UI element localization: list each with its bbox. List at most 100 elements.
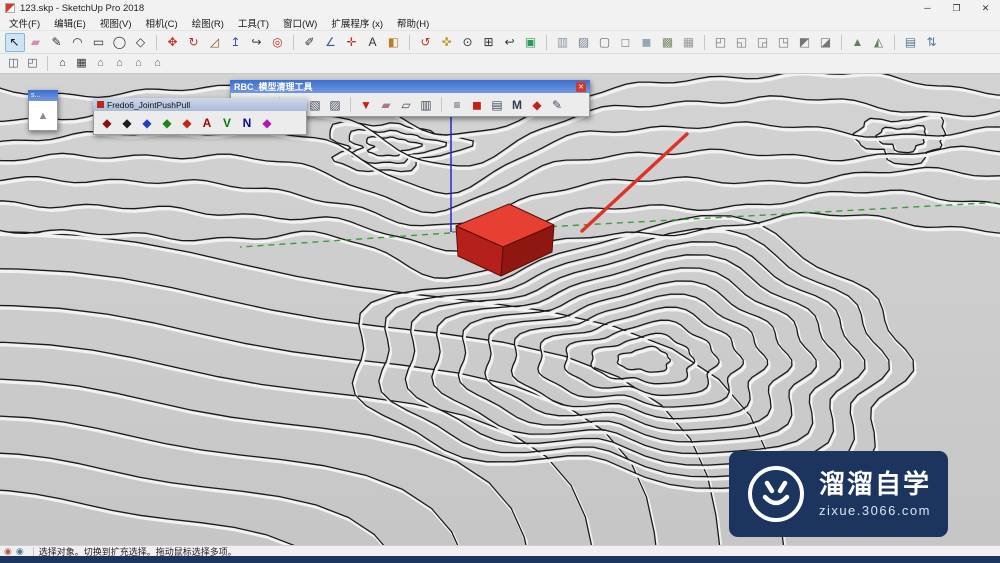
jpp-mode-a[interactable]: A — [198, 113, 217, 132]
rbc-edges-tool[interactable]: ▧ — [306, 95, 325, 114]
menu-item[interactable]: 扩展程序 (x) — [324, 16, 390, 30]
sandbox-from-contours-tool[interactable]: ▲ — [848, 33, 868, 52]
rbc-red-fix-tool[interactable]: ◼ — [468, 95, 487, 114]
jpp-options[interactable]: ◆ — [258, 113, 277, 132]
mini-panel-title: s... — [31, 92, 41, 99]
close-button[interactable]: ✕ — [971, 0, 1000, 16]
minimize-button[interactable]: ─ — [913, 0, 942, 16]
pan-tool[interactable]: ✜ — [437, 33, 457, 52]
menu-item[interactable]: 工具(T) — [231, 16, 276, 30]
orbit-tool[interactable]: ↺ — [416, 33, 436, 52]
rbc-funnel-tool[interactable]: ▼ — [357, 95, 376, 114]
view-right[interactable]: ⌂ — [111, 55, 129, 72]
credits-icon[interactable]: ◉ — [16, 546, 24, 556]
menu-item[interactable]: 窗口(W) — [276, 16, 324, 30]
style-xray[interactable]: ▥ — [553, 33, 573, 52]
rbc-red-mark-tool[interactable]: ◆ — [528, 95, 547, 114]
solid-split-tool[interactable]: ◪ — [816, 33, 836, 52]
axes-tool[interactable]: ✛ — [342, 33, 362, 52]
zoom-tool[interactable]: ⊙ — [458, 33, 478, 52]
rbc-cube-tool[interactable]: ▨ — [326, 95, 345, 114]
paint-bucket-tool[interactable]: ◧ — [384, 33, 404, 52]
zoom-extents-tool[interactable]: ⊞ — [479, 33, 499, 52]
rotate-tool[interactable]: ↻ — [184, 33, 204, 52]
jpp-follow[interactable]: ◆ — [178, 113, 197, 132]
toolbar-separator — [156, 34, 157, 50]
rbc-pencil-tool[interactable]: ✎ — [548, 95, 567, 114]
jpp-thicken[interactable]: ◆ — [158, 113, 177, 132]
jpp-mode-v[interactable]: V — [218, 113, 237, 132]
view-back[interactable]: ⌂ — [130, 55, 148, 72]
push-pull-tool[interactable]: ↥ — [226, 33, 246, 52]
rbc-stack-tool[interactable]: ▤ — [488, 95, 507, 114]
menu-item[interactable]: 相机(C) — [138, 16, 184, 30]
view-iso[interactable]: ⌂ — [54, 55, 72, 72]
solid-subtract-tool[interactable]: ◲ — [753, 33, 773, 52]
protractor-tool[interactable]: ∠ — [321, 33, 341, 52]
view-left[interactable]: ⌂ — [149, 55, 167, 72]
follow-me-tool[interactable]: ↪ — [247, 33, 267, 52]
style-textured[interactable]: ▩ — [658, 33, 678, 52]
move-tool[interactable]: ✥ — [163, 33, 183, 52]
circle-tool[interactable]: ◯ — [110, 33, 130, 52]
mini-panel[interactable]: s... ▲ — [28, 90, 58, 131]
toolbar-separator — [350, 97, 351, 112]
rbc-plane-tool[interactable]: ▥ — [417, 95, 436, 114]
jpp-vector-pushpull[interactable]: ◆ — [118, 113, 137, 132]
scale-tool[interactable]: ◿ — [205, 33, 225, 52]
jpp-joint-pushpull[interactable]: ◆ — [98, 113, 117, 132]
geolocation-icon[interactable]: ◉ — [4, 546, 12, 556]
panels-icon[interactable]: ◫ — [5, 55, 23, 72]
solid-trim-tool[interactable]: ◳ — [774, 33, 794, 52]
menu-item[interactable]: 视图(V) — [93, 16, 139, 30]
toolbar-separator — [704, 34, 705, 50]
fredo-toolbar[interactable]: Fredo6_JointPushPull ◆ ◆ ◆ ◆ ◆ A V N ◆ — [93, 98, 307, 135]
sandbox-smoove-tool[interactable]: ◭ — [869, 33, 889, 52]
style-monochrome[interactable]: ▦ — [679, 33, 699, 52]
jpp-normal-pushpull[interactable]: ◆ — [138, 113, 157, 132]
style-shaded[interactable]: ◼ — [637, 33, 657, 52]
jpp-mode-n[interactable]: N — [238, 113, 257, 132]
solid-outer-shell-tool[interactable]: ◰ — [711, 33, 731, 52]
style-back-edges[interactable]: ▨ — [574, 33, 594, 52]
text-tool[interactable]: A — [363, 33, 383, 52]
offset-tool[interactable]: ◎ — [268, 33, 288, 52]
rbc-close-button[interactable]: ✕ — [576, 81, 586, 92]
rbc-eraser-tool[interactable]: ▰ — [377, 95, 396, 114]
polygon-tool[interactable]: ◇ — [131, 33, 151, 52]
rbc-toolbar-titlebar[interactable]: RBC_模型清理工具 ✕ — [230, 80, 590, 93]
eraser-tool[interactable]: ▰ — [26, 33, 46, 52]
layers-toggle[interactable]: ▤ — [901, 33, 921, 52]
tape-measure-tool[interactable]: ✐ — [300, 33, 320, 52]
fredo-toolbar-titlebar[interactable]: Fredo6_JointPushPull — [93, 98, 307, 111]
menu-item[interactable]: 文件(F) — [2, 16, 47, 30]
views-toolbar: ◫ ◰ ⌂ ▦ ⌂ ⌂ ⌂ ⌂ — [0, 54, 1000, 74]
menu-item[interactable]: 帮助(H) — [390, 16, 436, 30]
view-front[interactable]: ⌂ — [92, 55, 110, 72]
view-top[interactable]: ▦ — [73, 55, 91, 72]
menu-item[interactable]: 绘图(R) — [185, 16, 231, 30]
style-wireframe[interactable]: ▢ — [595, 33, 615, 52]
fredo-icons: ◆ ◆ ◆ ◆ ◆ A V N ◆ — [93, 111, 307, 135]
mini-panel-titlebar[interactable]: s... — [28, 90, 58, 101]
style-hidden-line[interactable]: ◻ — [616, 33, 636, 52]
pencil-tool[interactable]: ✎ — [47, 33, 67, 52]
section-plane-tool[interactable]: ▣ — [521, 33, 541, 52]
pages-icon[interactable]: ◰ — [24, 55, 42, 72]
menu-item[interactable]: 编辑(E) — [47, 16, 93, 30]
maximize-button[interactable]: ❐ — [942, 0, 971, 16]
arc-tool[interactable]: ◠ — [68, 33, 88, 52]
watermark-title: 溜溜自学 — [818, 469, 931, 500]
rbc-flatten-tool[interactable]: ▱ — [397, 95, 416, 114]
previous-view-tool[interactable]: ↩ — [500, 33, 520, 52]
mini-panel-thumbnail[interactable]: ▲ — [28, 101, 58, 131]
solid-union-tool[interactable]: ◱ — [732, 33, 752, 52]
rectangle-tool[interactable]: ▭ — [89, 33, 109, 52]
rbc-material-tool[interactable]: M — [508, 95, 527, 114]
select-tool[interactable]: ↖ — [4, 32, 25, 52]
solid-intersect-tool[interactable]: ◩ — [795, 33, 815, 52]
walk-tool[interactable]: ⇅ — [922, 33, 942, 52]
viewport[interactable]: s... ▲ Fredo6_JointPushPull ◆ ◆ ◆ ◆ ◆ A V N ◆ RB… — [0, 74, 1000, 545]
window-title: 123.skp - SketchUp Pro 2018 — [20, 2, 145, 14]
rbc-layers-tool[interactable]: ≡ — [448, 95, 467, 114]
